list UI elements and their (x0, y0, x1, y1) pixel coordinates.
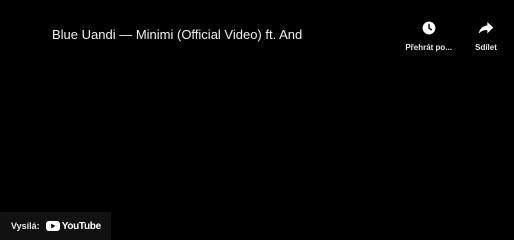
watch-later-label: Přehrát po... (405, 43, 452, 52)
video-player[interactable]: Blue Uandi — Minimi (Official Video) ft.… (0, 0, 514, 240)
youtube-watermark[interactable]: Vysílá: YouTube (0, 212, 111, 240)
top-actions: Přehrát po... Sdílet (405, 18, 506, 52)
share-label: Sdílet (475, 43, 497, 52)
watermark-prefix: Vysílá: (11, 221, 40, 231)
share-button[interactable]: Sdílet (466, 18, 506, 52)
share-icon (476, 18, 496, 38)
youtube-logo: YouTube (45, 220, 102, 232)
youtube-wordmark: YouTube (61, 220, 102, 232)
channel-avatar[interactable] (18, 24, 42, 48)
youtube-play-icon (45, 221, 60, 231)
title-bar: Blue Uandi — Minimi (Official Video) ft.… (18, 0, 302, 72)
video-title[interactable]: Blue Uandi — Minimi (Official Video) ft.… (52, 27, 302, 42)
clock-icon (419, 18, 439, 38)
watch-later-button[interactable]: Přehrát po... (405, 18, 452, 52)
